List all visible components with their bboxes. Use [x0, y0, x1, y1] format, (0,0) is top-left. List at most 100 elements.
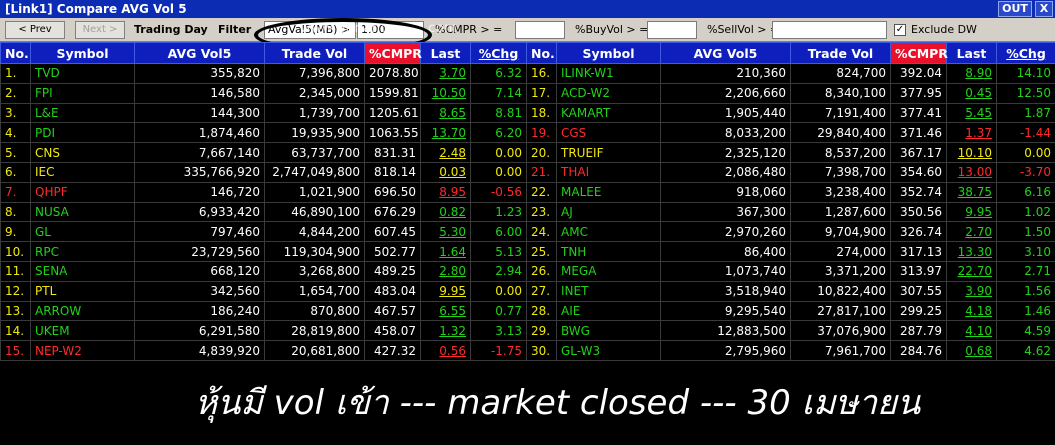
- row-symbol[interactable]: FPI: [30, 82, 135, 104]
- table-row[interactable]: 12. PTL 342,560 1,654,700 483.04 9.95 0.00 27. I…: [0, 280, 1055, 302]
- row-symbol[interactable]: TRUEIF: [556, 142, 661, 163]
- row-symbol[interactable]: MALEE: [556, 181, 661, 203]
- table-row[interactable]: 1. TVD 355,820 7,396,800 2078.80 3.70 6.32 16. I…: [0, 63, 1055, 84]
- table-row[interactable]: 8. NUSA 6,933,420 46,890,100 676.29 0.82 1.23 2…: [0, 201, 1055, 223]
- row-symbol[interactable]: NEP-W2: [30, 340, 135, 361]
- row-symbol[interactable]: QHPF: [30, 181, 135, 203]
- row-symbol[interactable]: CGS: [556, 122, 661, 144]
- row-cmpr: 377.41: [890, 102, 947, 124]
- row-symbol[interactable]: AMC: [556, 221, 661, 243]
- table-row[interactable]: 14. UKEM 6,291,580 28,819,800 458.07 1.32 3.13…: [0, 320, 1055, 342]
- row-avg-vol5: 1,905,440: [660, 102, 791, 124]
- table-row[interactable]: 3. L&E 144,300 1,739,700 1205.61 8.65 8.81 18. K…: [0, 102, 1055, 124]
- row-chg: 14.10: [996, 63, 1055, 84]
- close-button[interactable]: X: [1035, 1, 1053, 17]
- row-symbol[interactable]: GL-W3: [556, 340, 661, 361]
- row-symbol[interactable]: PDI: [30, 122, 135, 144]
- col-header-avg-vol5[interactable]: AVG Vol5: [134, 42, 265, 64]
- row-trade-vol: 7,961,700: [790, 340, 891, 361]
- row-symbol[interactable]: MEGA: [556, 260, 661, 282]
- row-cmpr: 1063.55: [364, 122, 421, 144]
- filter-label: Filter: [218, 23, 252, 36]
- row-symbol[interactable]: PTL: [30, 280, 135, 302]
- row-symbol[interactable]: NUSA: [30, 201, 135, 223]
- row-cmpr: 326.74: [890, 221, 947, 243]
- row-cmpr: 371.46: [890, 122, 947, 144]
- table-row[interactable]: 5. CNS 7,667,140 63,737,700 831.31 2.48 0.00 20…: [0, 142, 1055, 163]
- row-no: 23.: [526, 201, 557, 223]
- row-last: 0.56: [420, 340, 471, 361]
- row-avg-vol5: 2,206,660: [660, 82, 791, 104]
- row-trade-vol: 27,817,100: [790, 300, 891, 322]
- table-row[interactable]: 11. SENA 668,120 3,268,800 489.25 2.80 2.94 26.…: [0, 260, 1055, 282]
- col-header-avg-vol5[interactable]: AVG Vol5: [660, 42, 791, 64]
- row-last: 0.03: [420, 161, 471, 183]
- row-symbol[interactable]: CNS: [30, 142, 135, 163]
- row-cmpr: 287.79: [890, 320, 947, 342]
- row-symbol[interactable]: TNH: [556, 241, 661, 262]
- row-symbol[interactable]: ILINK-W1: [556, 63, 661, 84]
- row-no: 17.: [526, 82, 557, 104]
- col-header-last[interactable]: Last: [420, 42, 471, 64]
- col-header-chg[interactable]: %Chg: [470, 42, 527, 64]
- table-row[interactable]: 6. IEC 335,766,920 2,747,049,800 818.14 0.03 0…: [0, 161, 1055, 183]
- row-symbol[interactable]: ARROW: [30, 300, 135, 322]
- row-last: 8.90: [946, 63, 997, 84]
- sellvol-input[interactable]: [772, 21, 887, 39]
- row-avg-vol5: 1,073,740: [660, 260, 791, 282]
- row-symbol[interactable]: AJ: [556, 201, 661, 223]
- cmpr-input[interactable]: [515, 21, 565, 39]
- exclude-dw-label: Exclude DW: [911, 23, 977, 36]
- row-cmpr: 392.04: [890, 63, 947, 84]
- table-row[interactable]: 7. QHPF 146,720 1,021,900 696.50 8.95 -0.56 22.…: [0, 181, 1055, 203]
- col-header-symbol[interactable]: Symbol: [556, 42, 661, 64]
- col-header-last[interactable]: Last: [946, 42, 997, 64]
- col-header-chg[interactable]: %Chg: [996, 42, 1055, 64]
- col-header-no[interactable]: No.: [526, 42, 557, 64]
- window-title: [Link1] Compare AVG Vol 5: [5, 2, 187, 16]
- row-no: 25.: [526, 241, 557, 262]
- row-no: 18.: [526, 102, 557, 124]
- col-header-trade-vol[interactable]: Trade Vol: [790, 42, 891, 64]
- row-avg-vol5: 367,300: [660, 201, 791, 223]
- row-symbol[interactable]: INET: [556, 280, 661, 302]
- row-symbol[interactable]: BWG: [556, 320, 661, 342]
- col-header-cmpr[interactable]: %CMPR: [890, 42, 948, 64]
- row-avg-vol5: 3,518,940: [660, 280, 791, 302]
- row-symbol[interactable]: L&E: [30, 102, 135, 124]
- row-cmpr: 818.14: [364, 161, 421, 183]
- row-symbol[interactable]: GL: [30, 221, 135, 243]
- row-symbol[interactable]: IEC: [30, 161, 135, 183]
- table-row[interactable]: 10. RPC 23,729,560 119,304,900 502.77 1.64 5.1…: [0, 241, 1055, 262]
- row-symbol[interactable]: THAI: [556, 161, 661, 183]
- row-no: 11.: [0, 260, 31, 282]
- row-symbol[interactable]: UKEM: [30, 320, 135, 342]
- filter-value-input[interactable]: 1.00: [357, 21, 424, 39]
- col-header-symbol[interactable]: Symbol: [30, 42, 135, 64]
- out-button[interactable]: OUT: [998, 1, 1032, 17]
- row-chg: 0.77: [470, 300, 527, 322]
- row-symbol[interactable]: AIE: [556, 300, 661, 322]
- table-row[interactable]: 2. FPI 146,580 2,345,000 1599.81 10.50 7.14 17.…: [0, 82, 1055, 104]
- filter-field-select[interactable]: AvgVal5(MB) > =: [264, 21, 356, 52]
- col-header-no[interactable]: No.: [0, 42, 31, 64]
- sellvol-label: %SellVol > =: [707, 23, 780, 36]
- next-button[interactable]: Next >: [75, 21, 125, 39]
- prev-button[interactable]: < Prev: [5, 21, 65, 39]
- row-symbol[interactable]: TVD: [30, 63, 135, 84]
- row-symbol[interactable]: ACD-W2: [556, 82, 661, 104]
- table-row[interactable]: 4. PDI 1,874,460 19,935,900 1063.55 13.70 6.20…: [0, 122, 1055, 144]
- row-last: 8.95: [420, 181, 471, 203]
- col-header-cmpr[interactable]: %CMPR: [364, 42, 422, 64]
- buyvol-input[interactable]: [647, 21, 697, 39]
- row-symbol[interactable]: KAMART: [556, 102, 661, 124]
- col-header-trade-vol[interactable]: Trade Vol: [264, 42, 365, 64]
- filter-toolbar: < Prev Next > Trading Day Filter AvgVal5…: [0, 18, 1055, 52]
- row-symbol[interactable]: RPC: [30, 241, 135, 262]
- table-row[interactable]: 9. GL 797,460 4,844,200 607.45 5.30 6.00 24. AMC…: [0, 221, 1055, 243]
- row-cmpr: 483.04: [364, 280, 421, 302]
- row-symbol[interactable]: SENA: [30, 260, 135, 282]
- table-row[interactable]: 15. NEP-W2 4,839,920 20,681,800 427.32 0.56 -1…: [0, 340, 1055, 361]
- exclude-dw-checkbox[interactable]: ✓: [894, 24, 906, 36]
- table-row[interactable]: 13. ARROW 186,240 870,800 467.57 6.55 0.77 28. A…: [0, 300, 1055, 322]
